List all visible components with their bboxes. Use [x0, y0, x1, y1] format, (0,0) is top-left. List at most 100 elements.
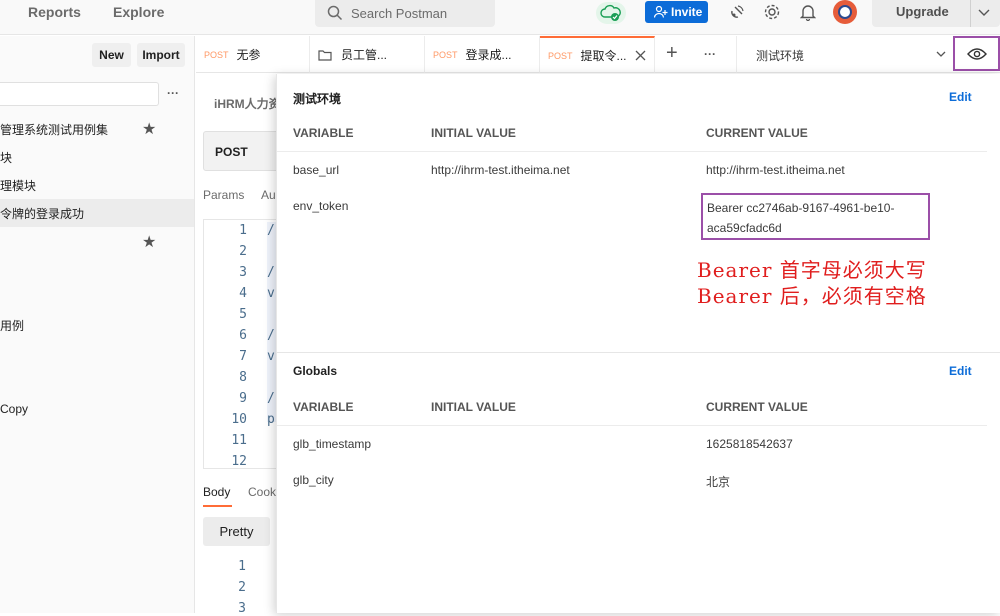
line-number: 10	[231, 412, 247, 427]
tab-cookies[interactable]: Cook	[248, 485, 276, 499]
invite-button[interactable]: Invite	[645, 1, 708, 23]
chevron-down-icon[interactable]	[978, 9, 990, 17]
tab-method: POST	[548, 50, 573, 61]
bell-icon[interactable]	[800, 3, 816, 21]
tab-auth[interactable]: Au	[261, 188, 276, 202]
upgrade-divider	[970, 0, 971, 27]
tab-folder[interactable]: 员工管...	[310, 36, 425, 73]
response-editor[interactable]: 1 2 3	[203, 556, 277, 616]
tab-body[interactable]: Body	[203, 485, 230, 499]
line-number: 3	[239, 265, 247, 280]
breadcrumb[interactable]: iHRM人力资	[214, 95, 281, 112]
environment-quick-look-panel: 测试环境 Edit VARIABLE INITIAL VALUE CURRENT…	[276, 74, 1000, 613]
sidebar: New Import ··· 管理系统测试用例集 ★ 块 理模块 令牌的登录成功…	[0, 36, 195, 613]
column-variable: VARIABLE	[293, 400, 354, 414]
folder-item[interactable]: 块	[0, 149, 12, 166]
tab-label: 登录成...	[465, 48, 512, 62]
token-line: Bearer cc2746ab-9167-4961-be10-	[707, 201, 895, 215]
folder-item[interactable]: 理模块	[0, 177, 36, 194]
filter-input[interactable]	[0, 82, 159, 106]
section-divider	[277, 352, 1000, 353]
current-value[interactable]: 北京	[706, 473, 730, 490]
star-icon[interactable]: ★	[142, 232, 156, 252]
tab-active-request[interactable]: POST 提取令...	[540, 36, 655, 73]
line-number: 8	[239, 370, 247, 385]
current-value-token[interactable]: Bearer cc2746ab-9167-4961-be10- aca59cfa…	[701, 193, 930, 240]
divider	[277, 425, 987, 426]
gear-icon[interactable]	[763, 3, 781, 21]
environment-name: 测试环境	[756, 49, 805, 63]
line-number: 7	[239, 349, 247, 364]
line-number: 2	[238, 580, 246, 595]
sync-status-icon[interactable]	[596, 2, 626, 24]
add-tab-button[interactable]: +	[666, 42, 678, 65]
active-tab-indicator	[203, 505, 232, 507]
code-text: v	[267, 349, 275, 364]
current-value[interactable]: 1625818542637	[706, 437, 793, 451]
environment-selector[interactable]: 测试环境	[736, 36, 952, 73]
annotation-note: Bearer 首字母必须大写	[697, 258, 927, 282]
line-number: 1	[238, 559, 246, 574]
upgrade-label: Upgrade	[896, 4, 949, 19]
line-number: 12	[231, 454, 247, 469]
edit-environment-link[interactable]: Edit	[949, 90, 972, 104]
tab-params[interactable]: Params	[203, 188, 244, 202]
nav-reports[interactable]: Reports	[28, 4, 81, 20]
variable-name: env_token	[293, 199, 349, 213]
new-button[interactable]: New	[92, 43, 131, 67]
add-user-icon	[654, 6, 668, 18]
collection-item[interactable]: Copy	[0, 402, 28, 416]
column-current-value: CURRENT VALUE	[706, 400, 808, 414]
edit-globals-link[interactable]: Edit	[949, 364, 972, 378]
collection-item[interactable]: 用例	[0, 317, 24, 334]
avatar[interactable]	[833, 0, 857, 24]
code-editor[interactable]: 1 / 2 3 / 4 v 5 6 / 7 v 8 9 / 10 p 11 12	[203, 219, 278, 469]
pretty-button[interactable]: Pretty	[203, 517, 270, 546]
top-bar: Reports Explore Search Postman Invite Up…	[0, 0, 1000, 35]
line-number: 11	[231, 433, 247, 448]
upgrade-button[interactable]: Upgrade	[872, 0, 1000, 27]
line-number: 3	[238, 601, 246, 616]
code-text: /	[267, 328, 275, 343]
line-number: 9	[239, 391, 247, 406]
collection-item[interactable]: 管理系统测试用例集	[0, 121, 108, 138]
initial-value: http://ihrm-test.itheima.net	[431, 163, 570, 177]
column-initial-value: INITIAL VALUE	[431, 400, 516, 414]
tab-label: 员工管...	[341, 48, 388, 62]
eye-icon	[967, 48, 987, 60]
import-button[interactable]: Import	[137, 43, 185, 67]
tab-label: 无参	[236, 48, 261, 62]
nav-explore[interactable]: Explore	[113, 4, 164, 20]
column-variable: VARIABLE	[293, 126, 354, 140]
tab-options-icon[interactable]: ···	[704, 47, 716, 61]
close-icon[interactable]	[635, 50, 646, 61]
environment-quick-look-button[interactable]	[953, 36, 1000, 71]
search-icon	[327, 5, 343, 21]
more-options-icon[interactable]: ···	[167, 86, 179, 100]
column-current-value: CURRENT VALUE	[706, 126, 808, 140]
code-text: v	[267, 286, 275, 301]
line-number: 1	[239, 223, 247, 238]
divider	[277, 151, 987, 152]
tab-method: POST	[433, 49, 458, 60]
line-number: 2	[239, 244, 247, 259]
code-text: /	[267, 391, 275, 406]
star-icon[interactable]: ★	[142, 119, 156, 139]
line-number: 6	[239, 328, 247, 343]
line-number: 5	[239, 307, 247, 322]
tab-method: POST	[204, 49, 229, 60]
satellite-icon[interactable]	[728, 3, 746, 21]
annotation-note: Bearer 后，必须有空格	[697, 284, 927, 308]
token-line: aca59cfadc6d	[707, 221, 782, 235]
tab-request[interactable]: POST 登录成...	[425, 36, 540, 73]
selected-request-row[interactable]: 令牌的登录成功	[0, 199, 194, 227]
line-number: 4	[239, 286, 247, 301]
tab-request[interactable]: POST 无参	[196, 36, 310, 73]
current-value[interactable]: http://ihrm-test.itheima.net	[706, 163, 845, 177]
tab-label: 提取令...	[580, 49, 627, 63]
search-input[interactable]: Search Postman	[315, 0, 495, 27]
variable-name: glb_timestamp	[293, 437, 372, 451]
code-text: p	[267, 412, 275, 427]
method-select[interactable]: POST	[203, 131, 277, 171]
environment-title: 测试环境	[293, 92, 342, 106]
